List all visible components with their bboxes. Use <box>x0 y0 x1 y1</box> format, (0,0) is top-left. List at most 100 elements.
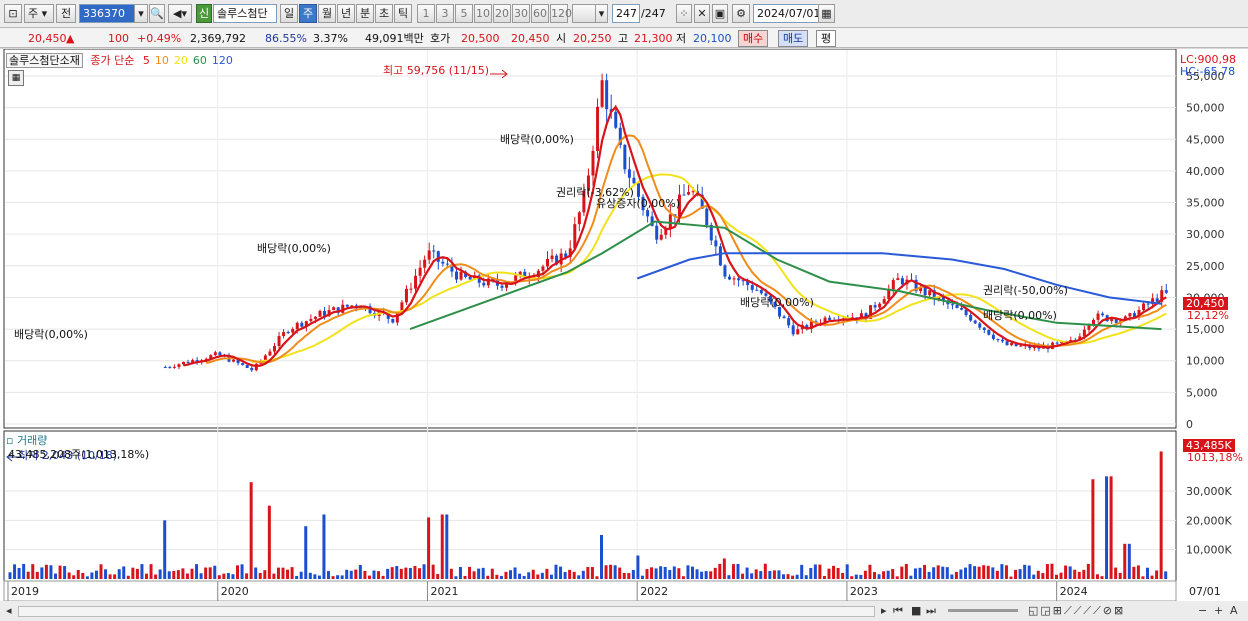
volume-bar <box>131 567 135 579</box>
price-change: 100 <box>108 32 129 45</box>
up-arrow-icon: ▲ <box>66 32 75 45</box>
candle-body <box>991 334 995 339</box>
minute-preset-5[interactable]: 5 <box>455 4 473 23</box>
volume-bar <box>108 574 112 579</box>
volume-bar <box>299 571 303 579</box>
candle-body <box>591 150 595 176</box>
volume-bar <box>67 572 71 579</box>
date-input[interactable]: 2024/07/01 <box>753 4 820 23</box>
volume-bar <box>545 568 549 579</box>
speaker-icon[interactable]: ◀▾ <box>168 4 192 23</box>
candle-body <box>828 317 832 320</box>
minute-preset-120[interactable]: 120 <box>550 4 572 23</box>
x-tick-label: 2023 <box>850 585 878 598</box>
tab-period-0[interactable]: 일 <box>280 4 298 23</box>
candle-body <box>1055 342 1059 344</box>
tab-period-3[interactable]: 년 <box>337 4 355 23</box>
candle-body <box>987 329 991 335</box>
stock-legend-label[interactable]: 솔루스첨단소재 <box>6 53 83 68</box>
scroll-right-icon[interactable]: ▸ <box>881 604 887 617</box>
volume-bar <box>386 568 390 579</box>
volume-bar <box>358 564 362 579</box>
horizontal-scrollbar[interactable] <box>18 606 875 617</box>
scroll-left-icon[interactable]: ◂ <box>6 604 12 617</box>
zoom-slider[interactable] <box>948 609 1018 612</box>
minute-preset-60[interactable]: 60 <box>531 4 549 23</box>
data-count-input[interactable]: 247 <box>612 4 640 23</box>
tab-period-5[interactable]: 초 <box>375 4 393 23</box>
save-icon[interactable]: ▣ <box>712 4 728 23</box>
auto-scale-icon[interactable]: A <box>1230 604 1238 617</box>
stock-code-input[interactable]: 336370 <box>79 4 135 23</box>
calendar-icon[interactable]: ▦ <box>818 4 835 23</box>
zoom-out-icon[interactable]: − <box>1198 604 1207 617</box>
candle-body <box>605 80 609 110</box>
ma-legend-10[interactable]: 10 <box>155 54 169 67</box>
volume-bar <box>536 574 540 579</box>
rewind-icon[interactable]: ⏮ <box>893 604 903 618</box>
candle-body <box>982 327 986 330</box>
stock-chart[interactable]: 5 5,000 50,000 45,000 40,000 35,000 30,000 25,0… <box>0 48 1248 602</box>
volume-bar <box>522 575 526 579</box>
volume-bar <box>813 564 817 579</box>
gear-icon[interactable]: ⚙ <box>732 4 750 23</box>
minute-preset-20[interactable]: 20 <box>493 4 511 23</box>
candle-body <box>636 183 640 197</box>
fast-forward-icon[interactable]: ⏭ <box>926 604 936 618</box>
tab-period-1[interactable]: 주 <box>299 4 317 23</box>
drawing-tools-icon[interactable]: ◱◲⊞⟋⟋⟋⟋⊘⊠ <box>1028 604 1125 618</box>
volume-bar <box>568 569 572 579</box>
candle-body <box>687 192 691 195</box>
eval-button[interactable]: 평 <box>816 30 837 47</box>
tab-period-6[interactable]: 틱 <box>394 4 412 23</box>
table-icon[interactable]: ▦ <box>8 70 24 86</box>
volume-bar <box>663 566 667 579</box>
candle-body <box>282 332 286 337</box>
candle-body <box>505 284 509 288</box>
volume-tick-label: 10,000K <box>1186 544 1232 557</box>
candle-body <box>659 234 663 240</box>
volume-bar <box>363 570 367 579</box>
period-select-value: 주 <box>28 7 39 20</box>
volume-bar <box>932 567 936 579</box>
volume-bar <box>217 575 221 579</box>
ma-legend-120[interactable]: 120 <box>212 54 233 67</box>
candle-body <box>718 246 722 266</box>
search-icon[interactable]: 🔍 <box>149 4 165 23</box>
tab-period-4[interactable]: 분 <box>356 4 374 23</box>
period-dropdown-icon[interactable]: ▾ <box>595 4 608 23</box>
stop-icon[interactable]: ■ <box>911 604 921 617</box>
candle-body <box>441 261 445 264</box>
minute-preset-3[interactable]: 3 <box>436 4 454 23</box>
grid-icon[interactable]: ⁘ <box>676 4 692 23</box>
ma-legend-5[interactable]: 5 <box>143 54 150 67</box>
period-select[interactable]: 주 ▾ <box>24 4 54 23</box>
ma-legend-60[interactable]: 60 <box>193 54 207 67</box>
candle-body <box>241 363 245 365</box>
volume-bar <box>113 574 117 579</box>
minute-preset-30[interactable]: 30 <box>512 4 530 23</box>
volume-bar <box>172 571 176 579</box>
x-axis-frame <box>3 580 1177 602</box>
tab-period-2[interactable]: 월 <box>318 4 336 23</box>
zoom-in-icon[interactable]: + <box>1214 604 1223 617</box>
volume-bar <box>795 574 799 579</box>
volume-bar <box>736 564 740 579</box>
ma-legend-prefix: 종가 단순 <box>90 54 135 67</box>
minute-preset-1[interactable]: 1 <box>417 4 435 23</box>
window-menu-icon[interactable]: ⊡ <box>4 4 22 23</box>
crosshair-icon[interactable]: ✕ <box>694 4 710 23</box>
buy-button[interactable]: 매수 <box>738 30 769 47</box>
code-dropdown-icon[interactable]: ▾ <box>134 4 148 23</box>
volume-bar <box>463 575 467 579</box>
minute-preset-10[interactable]: 10 <box>474 4 492 23</box>
sell-button[interactable]: 매도 <box>778 30 809 47</box>
candle-body <box>632 177 636 184</box>
ma-legend-20[interactable]: 20 <box>174 54 188 67</box>
candle-body <box>318 310 322 317</box>
candle-body <box>1019 345 1023 347</box>
candle-body <box>1000 339 1004 342</box>
candle-body <box>163 367 167 369</box>
candle-body <box>295 322 299 330</box>
prev-button[interactable]: 전 <box>56 4 76 23</box>
